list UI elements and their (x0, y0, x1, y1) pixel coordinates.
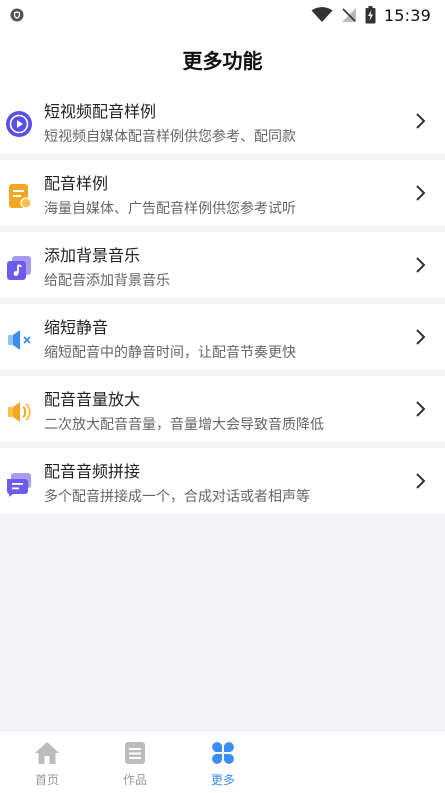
speaker-mute-icon (8, 330, 31, 350)
nav-label-works: 作品 (122, 773, 147, 787)
page-header: 更多功能 (0, 30, 445, 89)
item-title: 配音音频拼接 (44, 462, 141, 481)
chevron-right-icon (416, 257, 426, 273)
list-item-add-bgm[interactable]: 添加背景音乐 给配音添加背景音乐 (0, 232, 445, 298)
chevron-right-icon (416, 113, 426, 129)
status-bar: 15:39 (0, 0, 445, 30)
item-title: 配音样例 (44, 174, 109, 193)
list-item-audio-merge[interactable]: 配音音频拼接 多个配音拼接成一个，合成对话或者相声等 (0, 448, 445, 514)
music-note-icon (7, 256, 31, 280)
list-item-short-video-samples[interactable]: 短视频配音样例 短视频自媒体配音样例供您参考、配同款 (0, 88, 445, 154)
nav-label-more: 更多 (210, 773, 235, 787)
chevron-right-icon (416, 185, 426, 201)
nav-item-works[interactable]: 作品 (100, 731, 170, 793)
home-icon (35, 742, 59, 764)
list-item-shorten-silence[interactable]: 缩短静音 缩短配音中的静音时间，让配音节奏更快 (0, 304, 445, 370)
list-icon (125, 742, 145, 764)
item-title: 缩短静音 (44, 318, 109, 337)
no-signal-icon (341, 8, 356, 22)
wifi-icon (311, 7, 333, 22)
document-star-icon (9, 184, 32, 209)
nav-item-more[interactable]: 更多 (188, 731, 258, 793)
shield-icon (10, 8, 24, 22)
chat-bubble-icon (6, 473, 31, 497)
list-item-volume-boost[interactable]: 配音音量放大 二次放大配音音量，音量增大会导致音质降低 (0, 376, 445, 442)
item-title: 添加背景音乐 (44, 246, 141, 265)
chevron-right-icon (416, 401, 426, 417)
item-subtitle: 海量自媒体、广告配音样例供您参考试听 (44, 201, 296, 217)
item-subtitle: 短视频自媒体配音样例供您参考、配同款 (44, 129, 296, 145)
chevron-right-icon (416, 329, 426, 345)
page-title: 更多功能 (182, 48, 263, 73)
item-subtitle: 给配音添加背景音乐 (44, 273, 170, 289)
item-subtitle: 二次放大配音音量，音量增大会导致音质降低 (44, 417, 324, 433)
nav-item-home[interactable]: 首页 (12, 731, 82, 793)
list-item-voice-samples[interactable]: 配音样例 海量自媒体、广告配音样例供您参考试听 (0, 160, 445, 226)
item-subtitle: 多个配音拼接成一个，合成对话或者相声等 (44, 489, 310, 505)
bottom-nav: 首页 作品 更多 (0, 730, 445, 793)
item-subtitle: 缩短配音中的静音时间，让配音节奏更快 (44, 345, 296, 361)
speaker-loud-icon (8, 402, 31, 422)
status-time: 15:39 (383, 5, 431, 25)
battery-charging-icon (365, 6, 376, 24)
nav-label-home: 首页 (34, 773, 59, 787)
item-title: 配音音量放大 (44, 390, 141, 409)
status-icons: 15:39 (311, 4, 431, 26)
play-circle-icon (6, 111, 32, 137)
chevron-right-icon (416, 473, 426, 489)
grid-petals-icon (212, 742, 234, 764)
item-title: 短视频配音样例 (44, 102, 157, 121)
